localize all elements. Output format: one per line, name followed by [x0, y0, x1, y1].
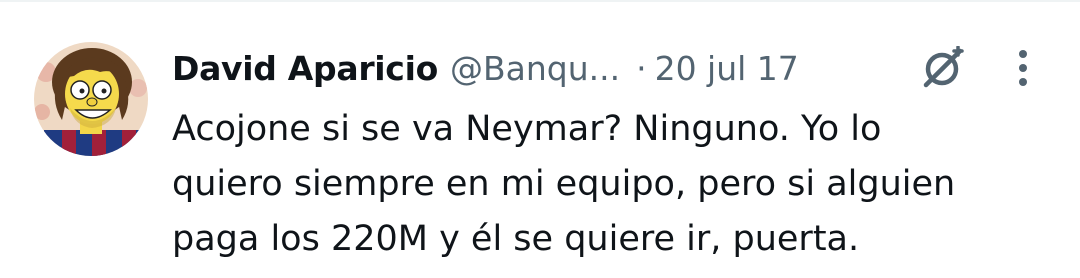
tweet-text-line: quiero siempre en mi equipo, pero si alg…	[172, 164, 956, 204]
tweet-card[interactable]: David Aparicio @Banqu... · 20 jul 17 Aco…	[0, 0, 1080, 278]
avatar-image	[34, 42, 148, 156]
tweet-date[interactable]: 20 jul 17	[655, 49, 799, 88]
author-handle[interactable]: @Banqu...	[450, 49, 620, 88]
tweet-header: David Aparicio @Banqu... · 20 jul 17	[172, 44, 799, 92]
tweet-text-line: paga los 220M y él se quiere ir, puerta.	[172, 219, 860, 259]
tweet-text-line: Acojone si se va Neymar? Ninguno. Yo lo	[172, 109, 882, 149]
author-name[interactable]: David Aparicio	[172, 49, 438, 88]
tweet-text: Acojone si se va Neymar? Ninguno. Yo lo …	[172, 102, 1052, 267]
grok-icon[interactable]	[918, 45, 966, 90]
header-separator: ·	[636, 48, 647, 88]
more-options-icon[interactable]	[1006, 48, 1040, 88]
avatar[interactable]	[34, 42, 148, 156]
